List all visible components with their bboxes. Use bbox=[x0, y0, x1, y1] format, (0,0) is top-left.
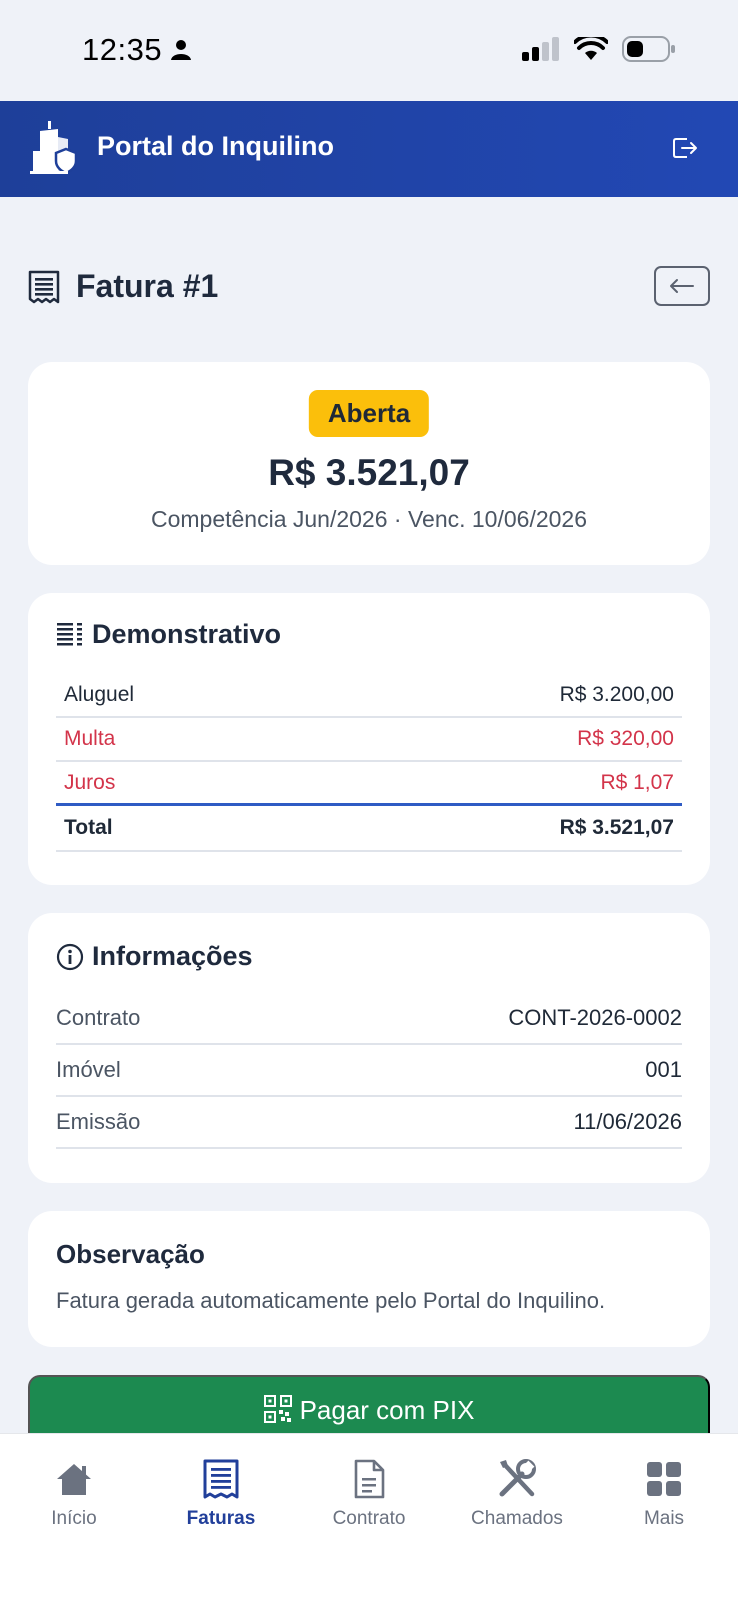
row-value: R$ 3.200,00 bbox=[559, 683, 674, 706]
arrow-left-icon bbox=[670, 279, 694, 293]
page-title: Fatura #1 bbox=[76, 268, 219, 304]
receipt-icon bbox=[28, 270, 60, 304]
info-title: Informações bbox=[56, 941, 253, 972]
table-row: Emissão 11/06/2026 bbox=[56, 1097, 682, 1149]
grid-icon bbox=[647, 1462, 681, 1496]
back-button[interactable] bbox=[654, 266, 710, 306]
page-heading: Fatura #1 bbox=[28, 262, 710, 312]
nav-item-contrato[interactable]: Contrato bbox=[295, 1456, 443, 1530]
info-table: Contrato CONT-2026-0002 Imóvel 001 Emiss… bbox=[56, 993, 682, 1149]
table-row: Multa R$ 320,00 bbox=[56, 718, 682, 762]
nav-label: Chamados bbox=[471, 1508, 563, 1529]
nav-item-inicio[interactable]: Início bbox=[0, 1456, 148, 1530]
list-icon bbox=[57, 622, 82, 645]
statement-title-text: Demonstrativo bbox=[92, 619, 282, 649]
info-title-text: Informações bbox=[92, 941, 253, 971]
invoice-amount: R$ 3.521,07 bbox=[268, 452, 470, 493]
nav-label: Mais bbox=[643, 1508, 685, 1529]
invoice-icon bbox=[203, 1459, 239, 1499]
building-shield-icon bbox=[30, 121, 78, 175]
statement-title: Demonstrativo bbox=[56, 619, 281, 650]
row-value: 11/06/2026 bbox=[573, 1109, 682, 1134]
app-title: Portal do Inquilino bbox=[97, 131, 334, 161]
row-label: Multa bbox=[64, 727, 116, 750]
person-icon bbox=[171, 40, 192, 60]
row-label: Juros bbox=[64, 770, 116, 794]
invoice-period-due: Competência Jun/2026 · Venc. 10/06/2026 bbox=[150, 506, 588, 532]
status-time-text: 12:35 bbox=[82, 32, 163, 67]
row-label: Aluguel bbox=[64, 683, 135, 706]
statement-card: Demonstrativo Aluguel R$ 3.200,00 Multa … bbox=[28, 593, 710, 885]
status-icons bbox=[522, 36, 676, 62]
row-label: Imóvel bbox=[56, 1057, 121, 1082]
row-label: Emissão bbox=[56, 1109, 141, 1134]
observation-title: Observação bbox=[56, 1239, 205, 1269]
total-value: R$ 3.521,07 bbox=[559, 816, 674, 839]
invoice-summary-card: Aberta R$ 3.521,07 Competência Jun/2026 … bbox=[28, 362, 710, 565]
bottom-nav: Início Faturas Contrato Chamados Mais bbox=[0, 1433, 738, 1600]
battery-icon bbox=[622, 36, 675, 62]
qr-code-icon bbox=[263, 1395, 292, 1423]
table-row: Contrato CONT-2026-0002 bbox=[56, 993, 682, 1045]
total-row: Total R$ 3.521,07 bbox=[56, 806, 682, 852]
table-row: Aluguel R$ 3.200,00 bbox=[56, 674, 682, 718]
status-badge: Aberta bbox=[308, 390, 430, 437]
document-icon bbox=[354, 1459, 385, 1499]
row-value: 001 bbox=[645, 1057, 682, 1082]
row-label: Contrato bbox=[56, 1005, 141, 1030]
nav-label: Contrato bbox=[332, 1508, 406, 1529]
tools-icon bbox=[499, 1459, 536, 1497]
nav-label: Início bbox=[51, 1508, 97, 1529]
home-icon bbox=[57, 1464, 91, 1495]
total-label: Total bbox=[64, 816, 113, 839]
info-card: Informações Contrato CONT-2026-0002 Imóv… bbox=[28, 913, 710, 1183]
observation-text: Fatura gerada automaticamente pelo Porta… bbox=[56, 1288, 606, 1313]
statement-table: Aluguel R$ 3.200,00 Multa R$ 320,00 Juro… bbox=[56, 674, 682, 852]
observation-card: Observação Fatura gerada automaticamente… bbox=[28, 1211, 710, 1347]
table-row: Juros R$ 1,07 bbox=[56, 762, 682, 806]
nav-item-chamados[interactable]: Chamados bbox=[443, 1456, 591, 1530]
signal-icon bbox=[522, 37, 559, 61]
status-bar: 12:35 bbox=[0, 0, 738, 101]
app-header: Portal do Inquilino bbox=[0, 101, 738, 197]
table-row: Imóvel 001 bbox=[56, 1045, 682, 1097]
status-time: 12:35 bbox=[82, 32, 192, 68]
row-value: R$ 320,00 bbox=[577, 727, 674, 750]
info-icon bbox=[56, 943, 84, 970]
logout-icon[interactable] bbox=[672, 137, 698, 159]
nav-item-faturas[interactable]: Faturas bbox=[147, 1456, 295, 1530]
row-value: CONT-2026-0002 bbox=[508, 1005, 682, 1030]
wifi-icon bbox=[574, 37, 608, 60]
nav-label: Faturas bbox=[186, 1508, 256, 1529]
nav-item-mais[interactable]: Mais bbox=[590, 1456, 738, 1530]
row-value: R$ 1,07 bbox=[600, 770, 674, 794]
